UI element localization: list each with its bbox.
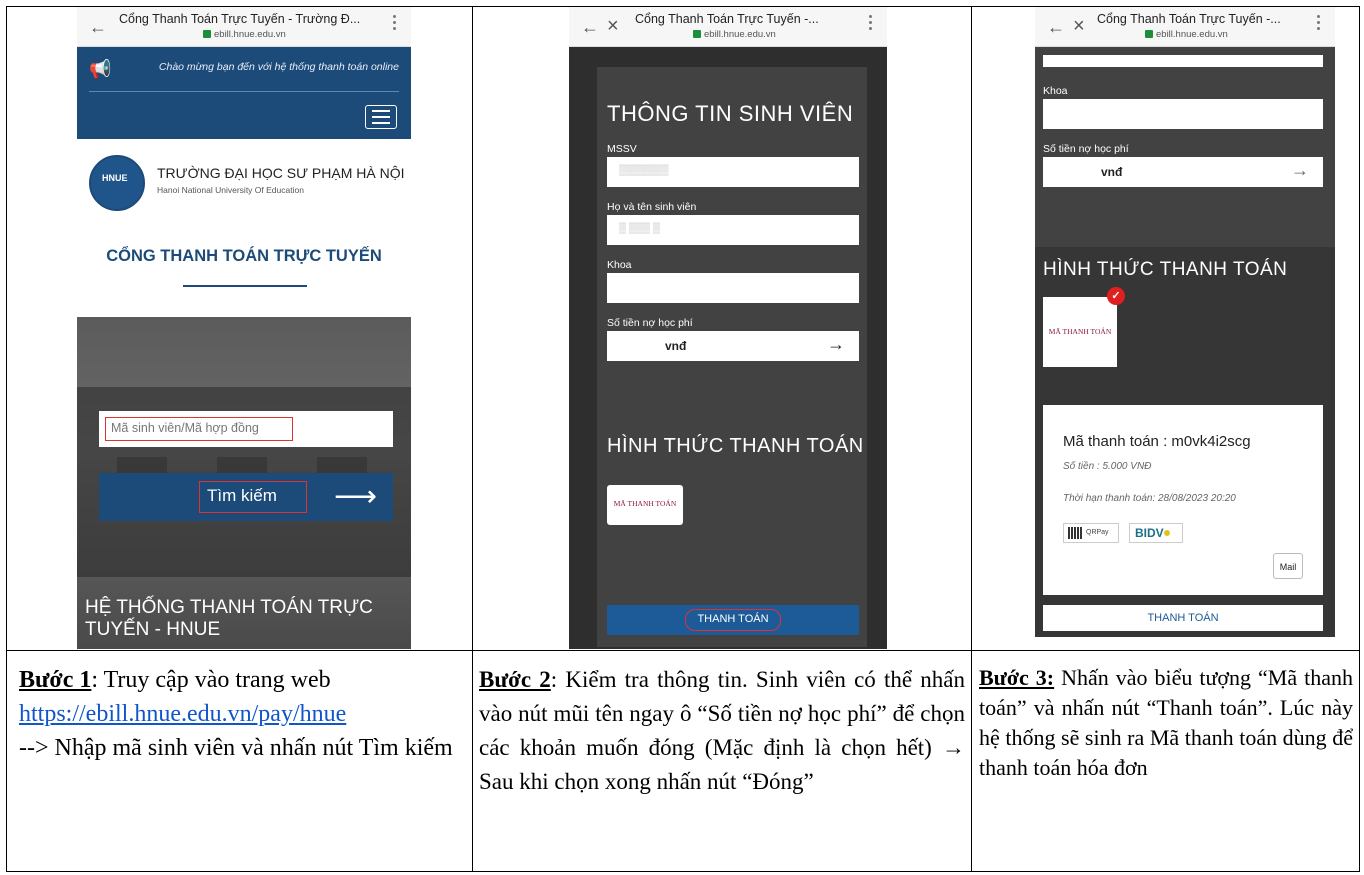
pay-button[interactable]: THANH TOÁN [607, 605, 859, 635]
label-faculty: Khoa [607, 259, 632, 271]
column-divider [472, 7, 473, 871]
ebill-link[interactable]: https://ebill.hnue.edu.vn/pay/hnue [19, 701, 346, 727]
pay-button-label: THANH TOÁN [1147, 612, 1219, 624]
mail-button[interactable]: Mail [1273, 553, 1303, 579]
search-button[interactable]: Tìm kiếm ⟶ [99, 473, 393, 521]
browser-bar: ← Cổng Thanh Toán Trực Tuyến - Trường Đ.… [77, 7, 411, 47]
arrow-right-icon[interactable]: → [1291, 160, 1309, 181]
bidv-button[interactable]: BIDV [1129, 523, 1183, 543]
redacted-value: ▒▒▒▒▒▒▒ [619, 165, 669, 176]
system-title: HỆ THỐNG THANH TOÁN TRỰC TUYẾN - HNUE [85, 597, 373, 640]
url-text: ebill.hnue.edu.vn [704, 29, 776, 40]
label-debt: Số tiền nợ học phí [1043, 143, 1129, 155]
pay-code-option-label: MÃ THANH TOÁN [1048, 327, 1112, 336]
pay-code-option[interactable]: MÃ THANH TOÁN [1043, 297, 1117, 367]
browser-bar: ← × Cổng Thanh Toán Trực Tuyến -... ebil… [569, 7, 887, 47]
school-logo: HNUE [89, 155, 145, 211]
browser-url[interactable]: ebill.hnue.edu.vn [693, 29, 776, 40]
redacted-value: ▒ ▒▒▒ ▒ [619, 223, 660, 234]
kebab-menu-icon[interactable] [869, 15, 873, 33]
column-divider [971, 7, 972, 871]
redacted-field [1043, 55, 1323, 67]
arrow-right-icon: ⟶ [333, 480, 377, 513]
back-arrow-icon[interactable]: ← [89, 17, 107, 38]
pay-button[interactable]: THANH TOÁN [1043, 605, 1323, 631]
school-name: TRƯỜNG ĐẠI HỌC SƯ PHẠM HÀ NỘI [157, 165, 405, 181]
browser-bar: ← × Cổng Thanh Toán Trực Tuyến -... ebil… [1035, 7, 1335, 47]
kebab-menu-icon[interactable] [393, 15, 397, 33]
instruction-table: ← Cổng Thanh Toán Trực Tuyến - Trường Đ.… [6, 6, 1360, 872]
step2-text: : Kiểm tra thông tin. Sinh viên có thể n… [479, 667, 965, 794]
header-divider [89, 91, 399, 92]
bidv-logo-dot-icon [1163, 530, 1170, 536]
step2-label: Bước 2 [479, 667, 551, 692]
close-icon[interactable]: × [607, 15, 619, 38]
browser-url[interactable]: ebill.hnue.edu.vn [1145, 29, 1228, 40]
pay-code-option[interactable]: MÃ THANH TOÁN [607, 485, 683, 525]
payment-deadline: Thời hạn thanh toán: 28/08/2023 20:20 [1063, 493, 1236, 504]
portal-title: CỔNG THANH TOÁN TRỰC TUYẾN [106, 247, 382, 265]
browser-title: Cổng Thanh Toán Trực Tuyến -... [1097, 12, 1281, 26]
step3-label: Bước 3: [979, 665, 1055, 690]
student-id-input[interactable]: Mã sinh viên/Mã hợp đồng [99, 411, 393, 447]
logo-text: HNUE [102, 173, 128, 183]
back-arrow-icon[interactable]: ← [1047, 17, 1065, 38]
step1-label: Bước 1 [19, 667, 92, 693]
qr-code-icon [1068, 527, 1082, 539]
lock-icon [203, 30, 211, 38]
phone-screenshot-step3: ← × Cổng Thanh Toán Trực Tuyến -... ebil… [1035, 7, 1335, 637]
currency-label: vnđ [1101, 165, 1123, 179]
pay-code-option-label: MÃ THANH TOÁN [613, 499, 677, 508]
section-heading-method: HÌNH THỨC THANH TOÁN [607, 435, 864, 457]
payment-code: Mã thanh toán : m0vk4i2scg [1063, 433, 1251, 450]
back-arrow-icon[interactable]: ← [581, 17, 599, 38]
debt-amount-field: vnđ → [607, 331, 859, 361]
qrpay-label: QRPay [1086, 529, 1109, 536]
input-placeholder: Mã sinh viên/Mã hợp đồng [111, 421, 259, 435]
check-icon: ✓ [1107, 287, 1125, 305]
phone-screenshot-step1: ← Cổng Thanh Toán Trực Tuyến - Trường Đ.… [77, 7, 411, 649]
megaphone-icon: 📢 [89, 59, 112, 79]
hamburger-menu-icon[interactable] [365, 105, 397, 129]
debt-amount-field: vnđ → [1043, 157, 1323, 187]
step1-caption: Bước 1: Truy cập vào trang web https://e… [19, 663, 467, 765]
label-debt: Số tiền nợ học phí [607, 317, 693, 329]
mssv-field: ▒▒▒▒▒▒▒ [607, 157, 859, 187]
step1-text: : Truy cập vào trang web [91, 667, 331, 693]
url-text: ebill.hnue.edu.vn [214, 29, 286, 40]
row-divider [7, 650, 1359, 651]
browser-title: Cổng Thanh Toán Trực Tuyến - Trường Đ... [119, 12, 361, 26]
pay-button-label: THANH TOÁN [697, 613, 769, 625]
step1-instruction: --> Nhập mã sinh viên và nhấn nút Tìm ki… [19, 735, 453, 761]
lock-icon [1145, 30, 1153, 38]
title-underline [183, 285, 307, 287]
step2-caption: Bước 2: Kiểm tra thông tin. Sinh viên có… [479, 663, 965, 799]
browser-url[interactable]: ebill.hnue.edu.vn [203, 29, 286, 40]
browser-title: Cổng Thanh Toán Trực Tuyến -... [635, 12, 819, 26]
lock-icon [693, 30, 701, 38]
student-name-field: ▒ ▒▒▒ ▒ [607, 215, 859, 245]
school-name-en: Hanoi National University Of Education [157, 185, 304, 195]
bidv-label: BIDV [1135, 526, 1164, 540]
label-mssv: MSSV [607, 143, 637, 155]
url-text: ebill.hnue.edu.vn [1156, 29, 1228, 40]
faculty-field [1043, 99, 1323, 129]
section-heading-method: HÌNH THỨC THANH TOÁN [1043, 259, 1288, 280]
step3-caption: Bước 3: Nhấn vào biểu tượng “Mã thanh to… [979, 663, 1353, 783]
label-faculty: Khoa [1043, 85, 1068, 97]
faculty-field [607, 273, 859, 303]
site-header: 📢 Chào mừng bạn đến với hệ thống thanh t… [77, 47, 411, 139]
arrow-right-icon[interactable]: → [827, 334, 845, 355]
kebab-menu-icon[interactable] [1317, 15, 1321, 33]
close-icon[interactable]: × [1073, 15, 1085, 38]
welcome-text: Chào mừng bạn đến với hệ thống thanh toá… [158, 61, 399, 73]
search-button-label: Tìm kiếm [207, 486, 277, 505]
section-heading-info: THÔNG TIN SINH VIÊN [607, 101, 854, 126]
payment-code-card: Mã thanh toán : m0vk4i2scg Số tiền : 5.0… [1043, 405, 1323, 595]
phone-screenshot-step2: ← × Cổng Thanh Toán Trực Tuyến -... ebil… [569, 7, 887, 649]
qrpay-button[interactable]: QRPay [1063, 523, 1119, 543]
payment-amount: Số tiền : 5.000 VNĐ [1063, 461, 1152, 472]
label-student-name: Họ và tên sinh viên [607, 201, 697, 213]
currency-label: vnđ [665, 339, 687, 353]
